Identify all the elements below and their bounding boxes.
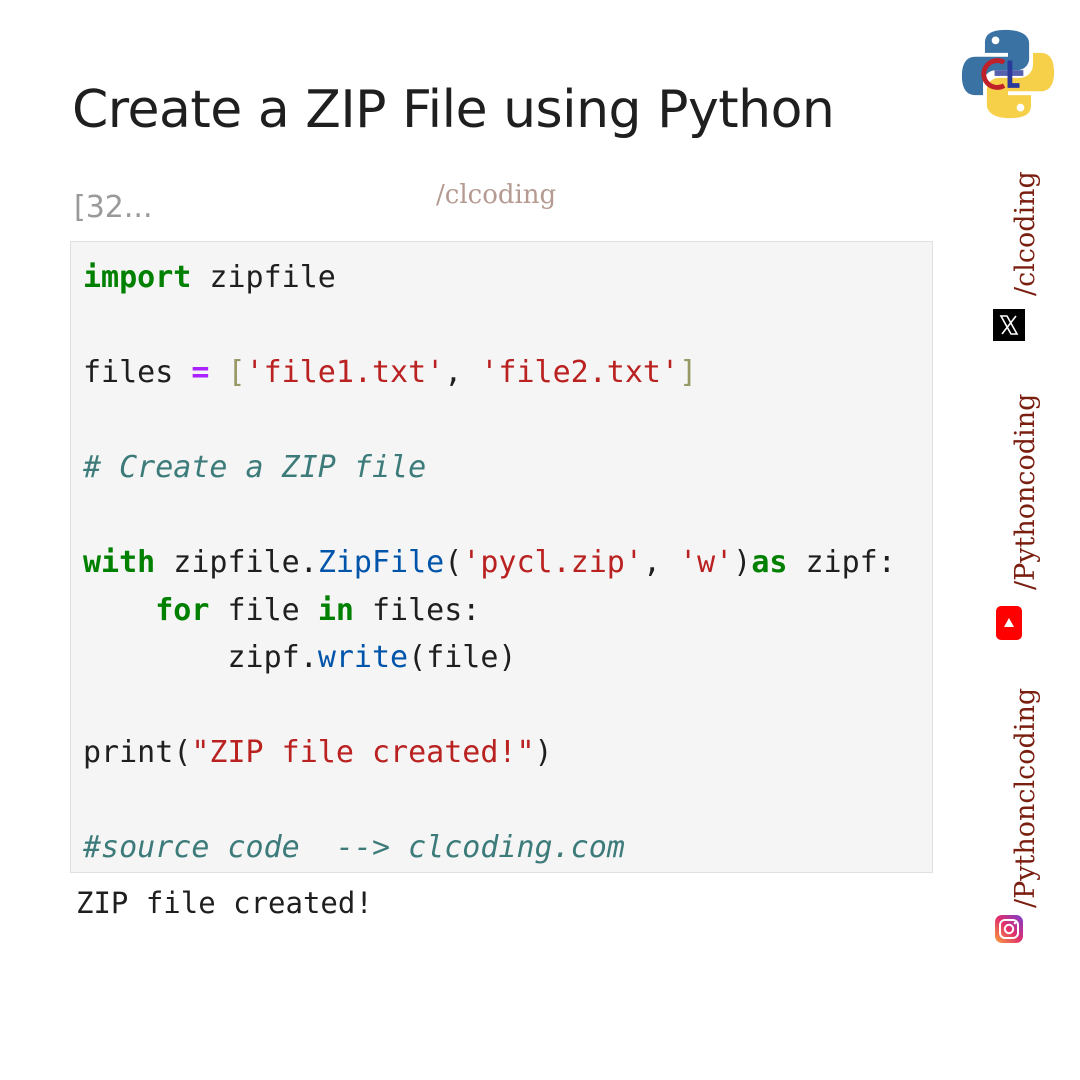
code-line-8: for file in files: <box>155 592 481 628</box>
code-line-9: zipf.write(file) <box>227 640 517 675</box>
code-block: import zipfile files = ['file1.txt', 'fi… <box>83 254 896 872</box>
instagram-icon[interactable] <box>995 915 1023 943</box>
x-icon[interactable] <box>993 309 1025 341</box>
code-cell[interactable]: import zipfile files = ['file1.txt', 'fi… <box>70 241 933 873</box>
watermark: /clcoding <box>436 180 557 210</box>
code-line-5: # Create a ZIP file <box>83 450 427 485</box>
instagram-handle: /Pythonclcoding <box>1010 687 1041 908</box>
page-title: Create a ZIP File using Python <box>72 80 835 140</box>
youtube-handle: /Pythoncoding <box>1010 393 1041 590</box>
twitter-handle: /clcoding <box>1010 171 1041 296</box>
cell-prompt: [32... <box>74 190 153 225</box>
code-line-3: files = ['file1.txt', 'file2.txt'] <box>83 355 698 390</box>
cell-output: ZIP file created! <box>76 886 373 920</box>
code-line-13: #source code --> clcoding.com <box>83 830 625 865</box>
code-line-1: import zipfile <box>83 260 336 295</box>
code-line-11: print("ZIP file created!") <box>83 735 553 770</box>
youtube-icon[interactable] <box>996 606 1022 640</box>
python-clcoding-logo <box>961 29 1055 119</box>
code-line-7: with zipfile.ZipFile('pycl.zip', 'w')as … <box>83 545 896 580</box>
